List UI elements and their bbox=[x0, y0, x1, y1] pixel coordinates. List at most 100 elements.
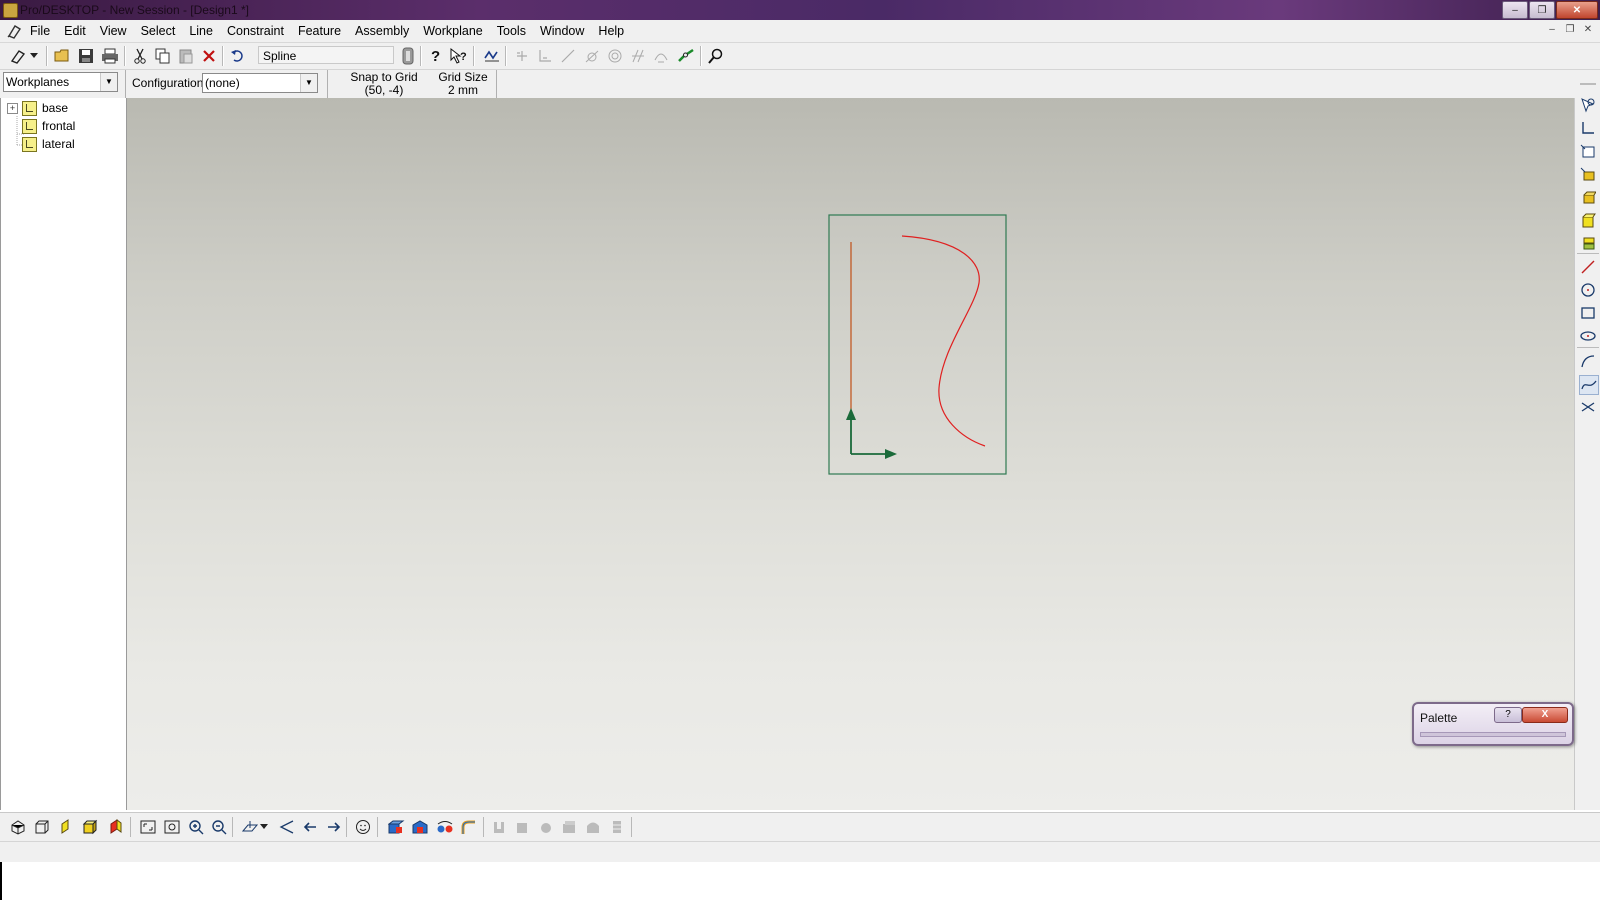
select-axis-icon[interactable] bbox=[1579, 119, 1597, 137]
toolbar-separator bbox=[1577, 347, 1599, 348]
context-help-icon[interactable]: ? bbox=[449, 46, 469, 66]
next-view-icon[interactable] bbox=[324, 817, 344, 837]
svg-text:?: ? bbox=[431, 48, 440, 65]
status-bar bbox=[0, 841, 1600, 862]
snap-value: (50, -4) bbox=[364, 83, 404, 97]
help-icon[interactable]: ? bbox=[426, 46, 446, 66]
save-icon[interactable] bbox=[76, 46, 96, 66]
sweep-icon[interactable] bbox=[1579, 211, 1597, 229]
toolbar-grip[interactable] bbox=[1579, 75, 1597, 93]
paste-icon[interactable] bbox=[176, 46, 196, 66]
delete-icon[interactable] bbox=[199, 46, 219, 66]
toolbar-separator bbox=[377, 817, 378, 837]
toolbar-separator bbox=[631, 817, 632, 837]
menu-feature[interactable]: Feature bbox=[298, 24, 341, 38]
grid-value: 2 mm bbox=[448, 83, 478, 97]
perspective-icon[interactable] bbox=[277, 817, 297, 837]
animate-icon[interactable] bbox=[435, 817, 455, 837]
menu-line[interactable]: Line bbox=[189, 24, 213, 38]
enhanced-view-icon[interactable] bbox=[106, 817, 126, 837]
tool-options-icon[interactable] bbox=[398, 46, 418, 66]
circle-tool-icon[interactable] bbox=[1579, 281, 1597, 299]
menu-constraint[interactable]: Constraint bbox=[227, 24, 284, 38]
previous-view-icon[interactable] bbox=[300, 817, 320, 837]
copy-icon[interactable] bbox=[153, 46, 173, 66]
arc-tool-icon[interactable] bbox=[1579, 352, 1597, 370]
rectangle-tool-icon[interactable] bbox=[1579, 304, 1597, 322]
sketch-spline[interactable] bbox=[901, 235, 986, 447]
zoom-in-icon[interactable] bbox=[186, 817, 206, 837]
undo-icon[interactable] bbox=[228, 46, 248, 66]
line-tool-icon[interactable] bbox=[1579, 258, 1597, 276]
taskbar-area bbox=[0, 862, 1600, 900]
open-icon[interactable] bbox=[53, 46, 73, 66]
sketch-viewport[interactable] bbox=[127, 98, 1574, 810]
design-canvas[interactable] bbox=[127, 98, 1574, 810]
wireframe-view-icon[interactable] bbox=[32, 817, 52, 837]
menu-help[interactable]: Help bbox=[598, 24, 624, 38]
chevron-down-icon[interactable] bbox=[258, 817, 270, 837]
palette-help-button[interactable]: ? bbox=[1494, 707, 1522, 723]
disabled-feature-icon bbox=[536, 817, 556, 837]
menu-select[interactable]: Select bbox=[141, 24, 176, 38]
title-bar: Pro/DESKTOP - New Session - [Design1 *] … bbox=[0, 0, 1600, 20]
zoom-window-icon[interactable] bbox=[162, 817, 182, 837]
menu-window[interactable]: Window bbox=[540, 24, 584, 38]
restore-button[interactable]: ❐ bbox=[1529, 1, 1555, 19]
tree-item-frontal[interactable]: frontal bbox=[7, 117, 75, 135]
material-icon[interactable] bbox=[411, 817, 431, 837]
ellipse-tool-icon[interactable] bbox=[1579, 327, 1597, 345]
tree-item-lateral[interactable]: lateral bbox=[7, 135, 75, 153]
palette-close-button[interactable]: X bbox=[1522, 707, 1568, 723]
constraint-icon[interactable] bbox=[482, 46, 502, 66]
menu-tools[interactable]: Tools bbox=[497, 24, 526, 38]
print-icon[interactable] bbox=[100, 46, 120, 66]
app-icon[interactable] bbox=[3, 3, 18, 18]
link-icon[interactable] bbox=[676, 46, 696, 66]
pen-tool-icon[interactable] bbox=[8, 46, 28, 66]
new-sketch-icon[interactable] bbox=[1579, 142, 1597, 160]
smiley-icon[interactable] bbox=[353, 817, 373, 837]
zoom-fit-icon[interactable] bbox=[138, 817, 158, 837]
document-icon[interactable] bbox=[6, 23, 24, 39]
find-icon[interactable] bbox=[706, 46, 726, 66]
blend-icon[interactable] bbox=[1579, 234, 1597, 252]
tree-item-base[interactable]: + base bbox=[7, 99, 68, 117]
rendering-icon[interactable] bbox=[387, 817, 407, 837]
select-workplane-icon[interactable] bbox=[1579, 96, 1597, 114]
command-field[interactable]: Spline bbox=[258, 46, 394, 64]
pipe-route-icon[interactable] bbox=[459, 817, 479, 837]
menu-file[interactable]: File bbox=[30, 24, 50, 38]
shaded-view-icon[interactable] bbox=[80, 817, 100, 837]
configuration-select[interactable]: (none) ▼ bbox=[202, 73, 318, 93]
zoom-out-icon[interactable] bbox=[209, 817, 229, 837]
doc-close-button[interactable]: ✕ bbox=[1580, 22, 1596, 36]
isometric-view-icon[interactable] bbox=[8, 817, 28, 837]
menu-view[interactable]: View bbox=[100, 24, 127, 38]
toolbar-separator bbox=[483, 817, 484, 837]
trim-tool-icon[interactable] bbox=[1579, 398, 1597, 416]
spline-tool-icon[interactable] bbox=[1579, 375, 1599, 395]
pen-dropdown-icon[interactable] bbox=[28, 46, 40, 66]
minimize-button[interactable]: – bbox=[1502, 1, 1528, 19]
toolbar-separator bbox=[1577, 253, 1599, 254]
chevron-down-icon[interactable]: ▼ bbox=[300, 74, 317, 92]
close-button[interactable]: ✕ bbox=[1556, 1, 1598, 19]
cut-icon[interactable] bbox=[130, 46, 150, 66]
menu-workplane[interactable]: Workplane bbox=[423, 24, 483, 38]
doc-minimize-button[interactable]: – bbox=[1544, 22, 1560, 36]
extrude-icon[interactable] bbox=[1579, 165, 1597, 183]
menu-edit[interactable]: Edit bbox=[64, 24, 86, 38]
revolve-icon[interactable] bbox=[1579, 188, 1597, 206]
expand-icon[interactable]: + bbox=[7, 102, 18, 114]
toolbar-separator bbox=[232, 817, 233, 837]
workplane-frame[interactable] bbox=[828, 214, 1007, 475]
disabled-feature-icon bbox=[583, 817, 603, 837]
chevron-down-icon[interactable]: ▼ bbox=[100, 73, 117, 91]
yellow-plane-icon[interactable] bbox=[56, 817, 76, 837]
doc-restore-button[interactable]: ❐ bbox=[1562, 22, 1578, 36]
view-orientation-icon[interactable] bbox=[240, 817, 260, 837]
menu-assembly[interactable]: Assembly bbox=[355, 24, 409, 38]
browser-select[interactable]: Workplanes ▼ bbox=[3, 72, 118, 92]
palette-window[interactable]: Palette ? X bbox=[1412, 702, 1574, 746]
